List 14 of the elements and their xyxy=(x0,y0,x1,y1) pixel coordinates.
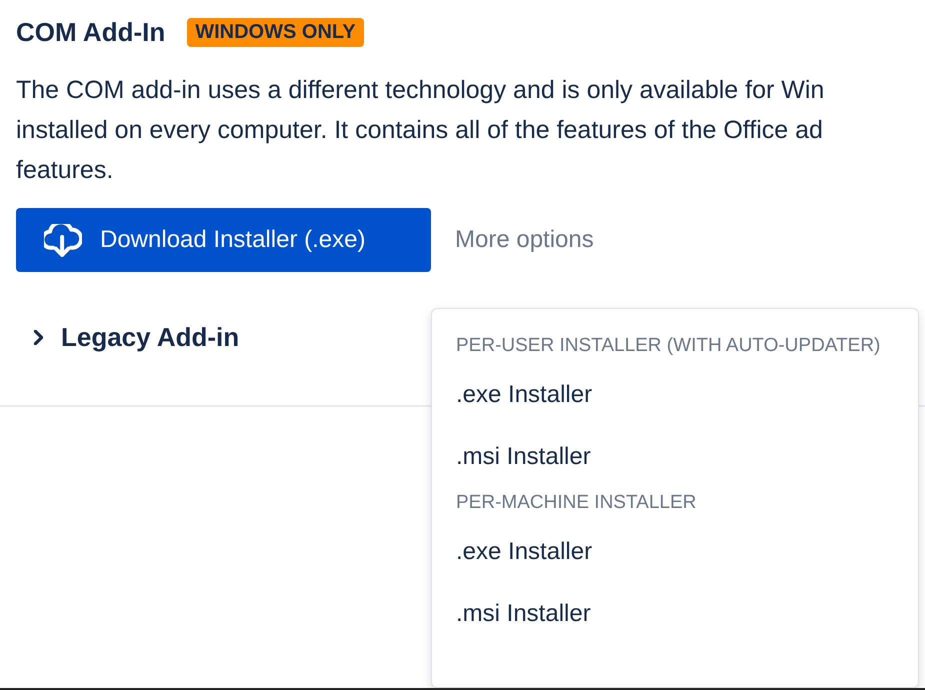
menu-group-header: PER-MACHINE INSTALLER xyxy=(456,491,698,515)
description-line: features. xyxy=(16,155,114,186)
download-button[interactable]: Download Installer (.exe) xyxy=(16,208,431,272)
more-options-link[interactable]: More options xyxy=(455,226,594,254)
cloud-download-icon xyxy=(44,224,82,256)
platform-badge: WINDOWS ONLY xyxy=(187,18,364,46)
menu-group-header: PER-USER INSTALLER (WITH AUTO-UPDATER) xyxy=(456,334,882,358)
description-line: The COM add-in uses a different technology and is only available for Win xyxy=(16,75,824,106)
section-title: COM Add-In xyxy=(16,16,166,48)
menu-item[interactable]: .exe Installer xyxy=(456,521,592,583)
menu-item[interactable]: .msi Installer xyxy=(456,583,591,645)
menu-item[interactable]: .msi Installer xyxy=(456,426,591,488)
menu-item[interactable]: .exe Installer xyxy=(456,364,592,426)
description-line: installed on every computer. It contains all of the features of the Office ad xyxy=(16,115,823,146)
